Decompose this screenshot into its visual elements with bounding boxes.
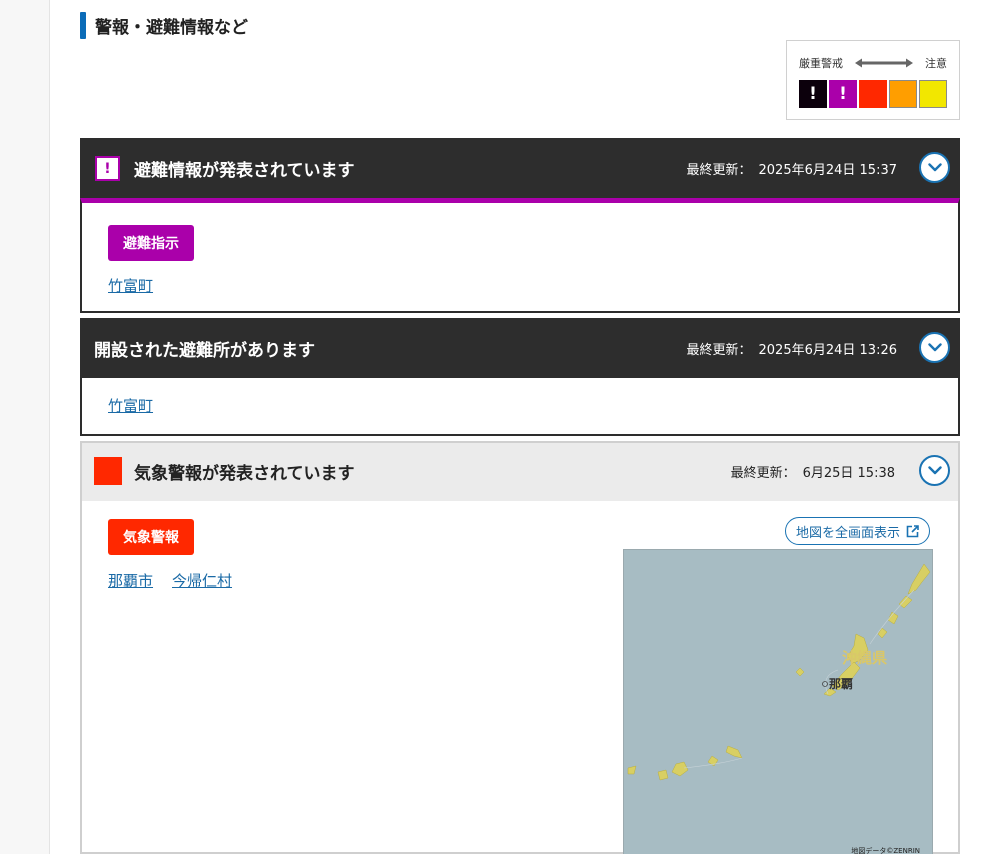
section-accent-bar [80,12,86,39]
updated-label: 最終更新： [686,342,752,358]
warning-panel-body: 気象警報 那覇市 今帰仁村 地図を全画面表示 沖縄県 那覇 地図データ©ZENR… [80,501,960,854]
section-title: 警報・避難情報など [95,18,248,38]
area-link-taketomi[interactable]: 竹富町 [108,395,153,416]
map-islands: 沖縄県 那覇 [627,563,931,781]
evacuation-panel-header[interactable]: ! 避難情報が発表されています 最終更新： 2025年6月24日 15:37 [80,138,960,198]
warning-map[interactable]: 沖縄県 那覇 地図データ©ZENRIN [623,549,933,854]
map-city-label: 那覇 [829,677,853,691]
severity-legend: 厳重警戒 注意 ! ! [786,40,960,120]
chevron-down-icon [927,466,942,475]
double-arrow-icon [843,58,925,68]
area-link-taketomi[interactable]: 竹富町 [108,275,153,296]
updated-value: 2025年6月24日 15:37 [758,162,898,178]
warning-updated: 最終更新： 6月25日 15:38 [731,441,895,501]
updated-value: 6月25日 15:38 [802,465,895,481]
legend-swatch-purple: ! [829,80,857,108]
map-credit: 地図データ©ZENRIN [851,847,920,854]
shelter-title: 開設された避難所があります [94,340,315,361]
weather-warning-badge: 気象警報 [108,519,194,555]
evacuation-order-badge: 避難指示 [108,225,194,261]
legend-swatch-red [859,80,887,108]
warning-panel: 気象警報が発表されています 最終更新： 6月25日 15:38 気象警報 那覇市… [80,441,960,854]
legend-scale: 厳重警戒 注意 [799,55,947,71]
shelter-panel-body: 竹富町 [80,378,960,436]
updated-value: 2025年6月24日 13:26 [758,342,898,358]
area-link-nakijin[interactable]: 今帰仁村 [172,570,232,591]
evacuation-panel-body: 避難指示 竹富町 [80,198,960,313]
evacuation-panel: ! 避難情報が発表されています 最終更新： 2025年6月24日 15:37 避… [80,138,960,313]
external-link-icon [906,524,919,537]
updated-label: 最終更新： [686,162,752,178]
left-gutter [0,0,50,854]
evacuation-expand-button[interactable] [919,152,950,183]
evacuation-alert-icon: ! [95,156,120,181]
legend-swatch-yellow [919,80,947,108]
legend-swatch-orange [889,80,917,108]
evacuation-updated: 最終更新： 2025年6月24日 15:37 [686,138,897,198]
chevron-down-icon [927,343,942,352]
warning-panel-header[interactable]: 気象警報が発表されています 最終更新： 6月25日 15:38 [80,441,960,501]
updated-label: 最終更新： [730,465,796,481]
area-link-naha[interactable]: 那覇市 [108,570,153,591]
shelter-panel-header[interactable]: 開設された避難所があります 最終更新： 2025年6月24日 13:26 [80,318,960,378]
shelter-panel: 開設された避難所があります 最終更新： 2025年6月24日 13:26 竹富町 [80,318,960,436]
shelter-updated: 最終更新： 2025年6月24日 13:26 [686,318,897,378]
chevron-down-icon [927,163,942,172]
legend-right-label: 注意 [925,57,947,70]
evacuation-title: 避難情報が発表されています [134,160,355,181]
legend-left-label: 厳重警戒 [799,57,843,70]
map-fullscreen-label: 地図を全画面表示 [795,525,900,541]
legend-swatch-black: ! [799,80,827,108]
section-header: 警報・避難情報など [80,12,248,39]
map-pref-label: 沖縄県 [842,649,887,667]
warning-expand-button[interactable] [919,455,950,486]
shelter-expand-button[interactable] [919,332,950,363]
warning-title: 気象警報が発表されています [134,463,355,484]
warning-level-icon [94,457,122,485]
map-fullscreen-button[interactable]: 地図を全画面表示 [784,517,930,545]
